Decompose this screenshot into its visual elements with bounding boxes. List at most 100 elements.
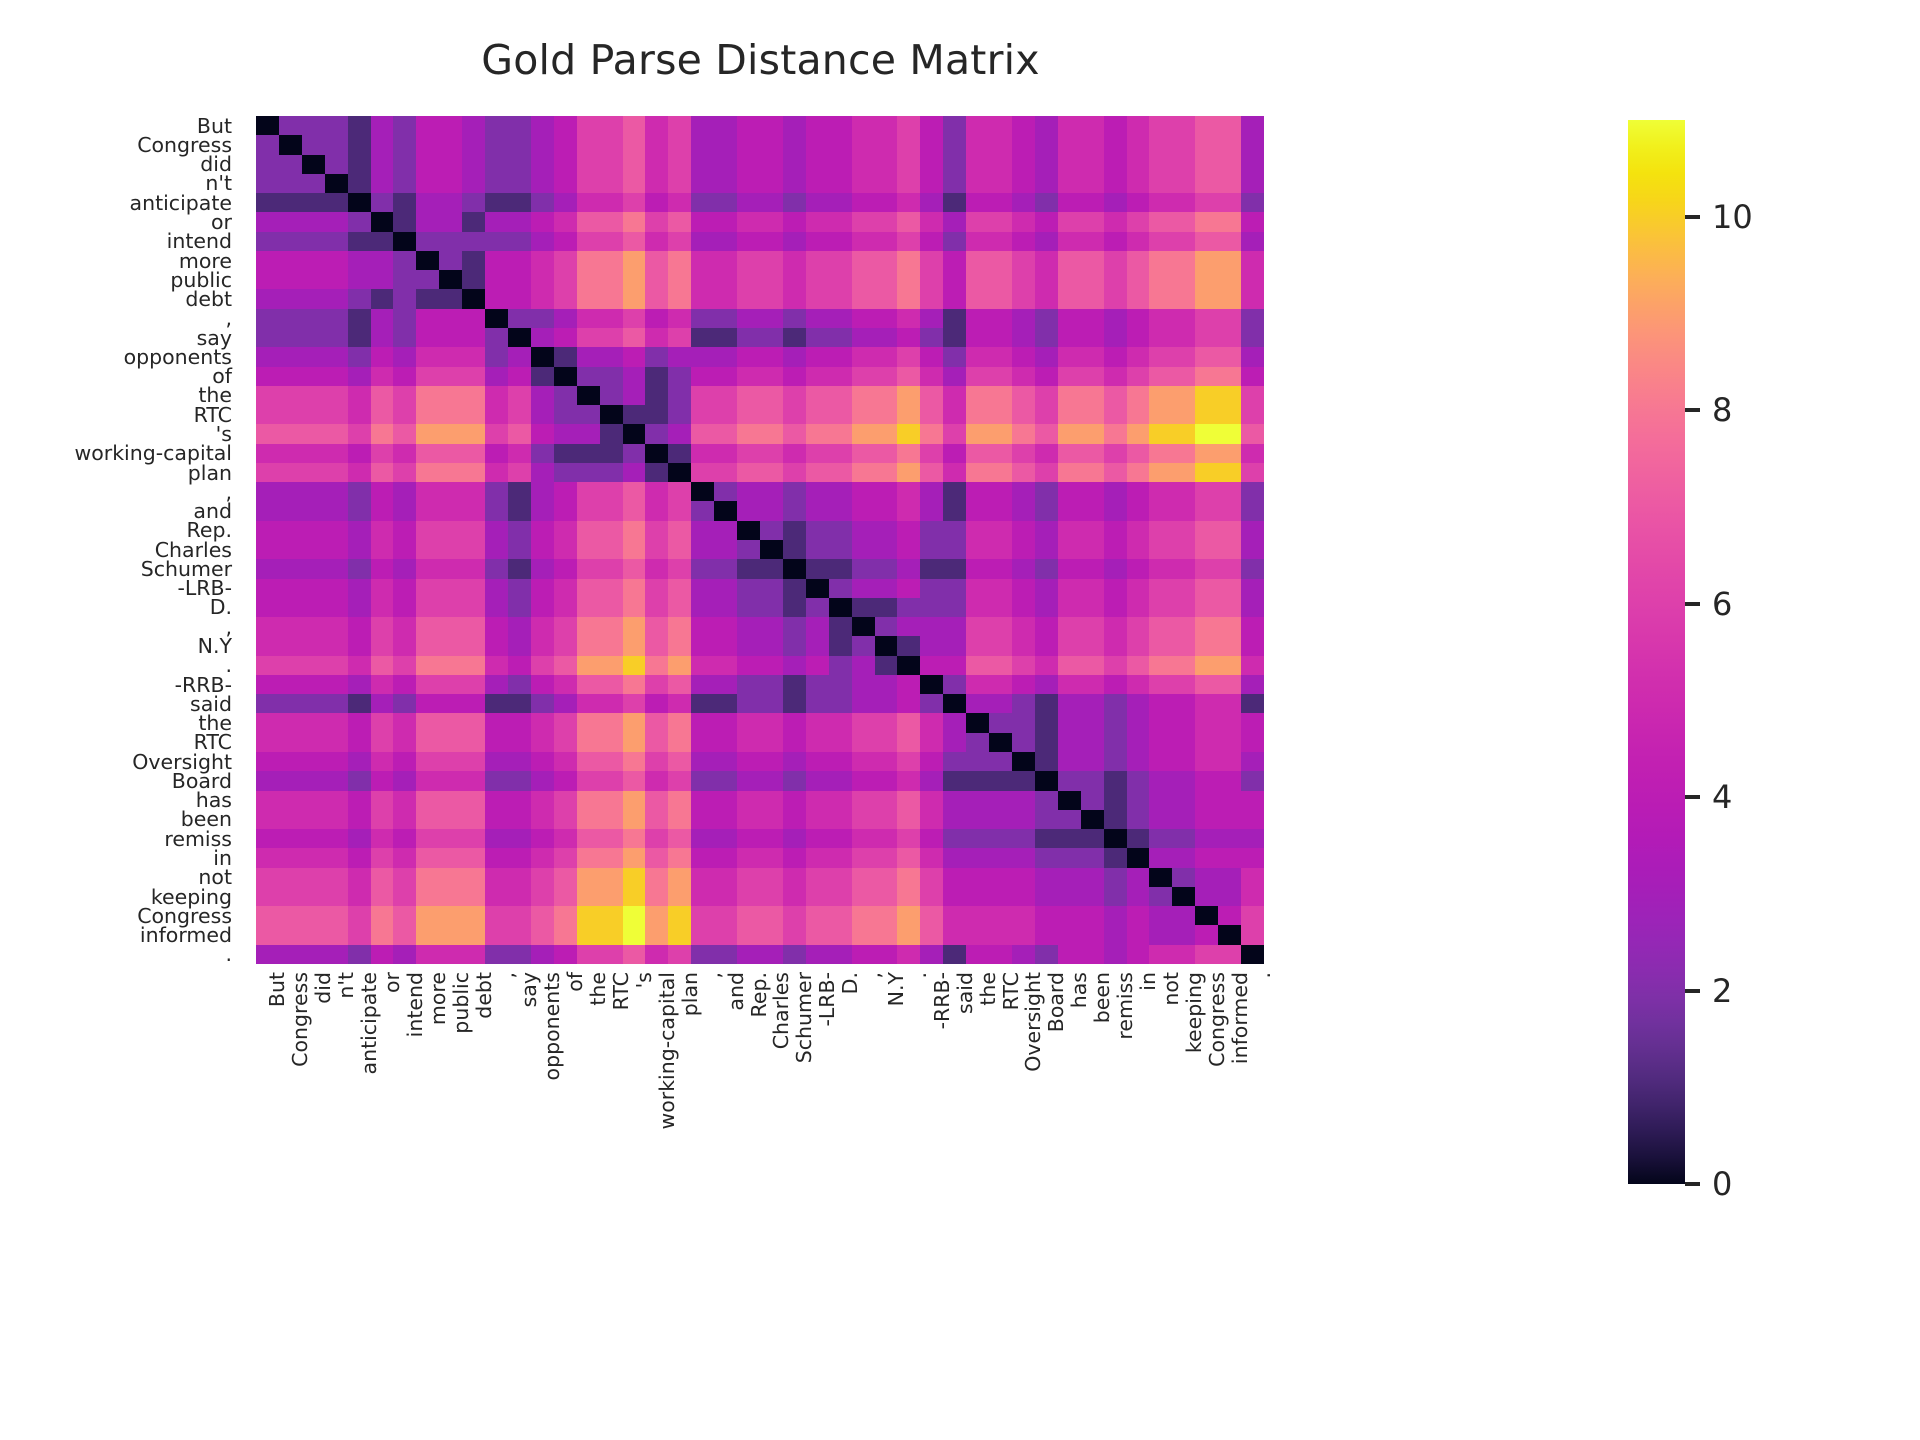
heatmap-cell	[851, 752, 875, 772]
heatmap-cell	[1149, 385, 1173, 406]
heatmap-cell	[1195, 135, 1219, 155]
heatmap-cell	[416, 289, 440, 309]
heatmap-cell	[737, 289, 760, 309]
heatmap-cell	[301, 231, 325, 251]
heatmap-cell	[1195, 154, 1219, 174]
heatmap-cell	[1034, 482, 1058, 502]
heatmap-cell	[805, 559, 829, 579]
heatmap-cell	[462, 154, 486, 174]
heatmap-cell	[553, 173, 577, 194]
heatmap-cell	[1011, 443, 1035, 463]
heatmap-cell	[1034, 405, 1058, 425]
heatmap-cell	[828, 482, 852, 502]
heatmap-cell	[874, 790, 898, 810]
heatmap-cell	[943, 694, 967, 714]
heatmap-cell	[393, 482, 417, 502]
heatmap-cell	[485, 944, 508, 964]
heatmap-cell	[920, 328, 944, 348]
heatmap-cell	[668, 848, 692, 868]
heatmap-cell	[416, 597, 440, 618]
heatmap-cell	[347, 674, 371, 695]
heatmap-cell	[530, 250, 554, 271]
heatmap-cell	[645, 540, 669, 560]
heatmap-cell	[851, 116, 875, 136]
heatmap-cell	[989, 462, 1012, 483]
heatmap-cell	[347, 906, 371, 926]
heatmap-cell	[462, 193, 486, 213]
heatmap-cell	[553, 559, 577, 579]
heatmap-cell	[278, 347, 302, 367]
heatmap-cell	[576, 540, 600, 560]
heatmap-cell	[782, 925, 806, 945]
heatmap-cell	[737, 867, 760, 887]
heatmap-cell	[1149, 328, 1173, 348]
heatmap-cell	[1080, 289, 1104, 309]
heatmap-cell	[1080, 443, 1104, 463]
heatmap-cell	[439, 752, 463, 772]
heatmap-cell	[691, 366, 715, 386]
heatmap-cell	[943, 886, 967, 907]
heatmap-cell	[553, 674, 577, 695]
heatmap-cell	[324, 790, 348, 810]
heatmap-cell	[301, 790, 325, 810]
heatmap-cell	[576, 752, 600, 772]
heatmap-cell	[714, 347, 738, 367]
heatmap-cell	[347, 231, 371, 251]
heatmap-cell	[324, 270, 348, 290]
heatmap-cell	[416, 944, 440, 964]
heatmap-cell	[1034, 116, 1058, 136]
heatmap-cell	[714, 328, 738, 348]
heatmap-cell	[622, 790, 646, 810]
heatmap-cell	[347, 154, 371, 174]
heatmap-cell	[1034, 308, 1058, 328]
heatmap-cell	[393, 617, 417, 637]
heatmap-cell	[759, 771, 783, 791]
heatmap-cell	[439, 732, 463, 752]
heatmap-cell	[1057, 424, 1081, 444]
heatmap-cell	[416, 732, 440, 752]
heatmap-cell	[1057, 771, 1081, 791]
heatmap-cell	[989, 559, 1012, 579]
heatmap-cell	[828, 636, 852, 656]
heatmap-cell	[507, 424, 531, 444]
colorbar[interactable]: 0 2 4 6 8 10	[1628, 120, 1753, 1200]
heatmap-cell	[485, 790, 508, 810]
heatmap-cell	[370, 694, 394, 714]
heatmap-cell	[622, 173, 646, 194]
heatmap-cell	[439, 424, 463, 444]
heatmap-cell	[645, 193, 669, 213]
heatmap-cell	[553, 925, 577, 945]
heatmap-cell	[347, 752, 371, 772]
heatmap-cell	[943, 173, 967, 194]
x-tick-label: anticipate	[357, 972, 382, 1075]
heatmap-cell	[966, 308, 990, 328]
heatmap-cell	[691, 597, 715, 618]
heatmap-cell	[897, 771, 921, 791]
heatmap-cell	[943, 405, 967, 425]
heatmap-cell	[1218, 752, 1242, 772]
heatmap-cell	[645, 328, 669, 348]
heatmap-cell	[897, 520, 921, 540]
heatmap-cell	[645, 116, 669, 136]
heatmap-cell	[1126, 674, 1150, 695]
heatmap-cell	[553, 250, 577, 271]
heatmap-cell	[462, 212, 486, 232]
heatmap-cell	[370, 154, 394, 174]
heatmap-cell	[278, 385, 302, 406]
heatmap-cell	[920, 270, 944, 290]
heatmap-cell	[1241, 482, 1264, 502]
heatmap-cell	[668, 925, 692, 945]
heatmap-cell	[1149, 289, 1173, 309]
heatmap-cell	[370, 212, 394, 232]
heatmap-cell	[645, 154, 669, 174]
heatmap-cell	[1218, 559, 1242, 579]
heatmap-cell	[393, 424, 417, 444]
heatmap-cell	[737, 848, 760, 868]
heatmap-cell	[1103, 366, 1127, 386]
heatmap-cell	[553, 270, 577, 290]
heatmap-cell	[278, 578, 302, 598]
heatmap-cell	[324, 193, 348, 213]
heatmap-cell	[851, 520, 875, 540]
heatmap-cell	[439, 674, 463, 695]
heatmap-cell	[805, 405, 829, 425]
